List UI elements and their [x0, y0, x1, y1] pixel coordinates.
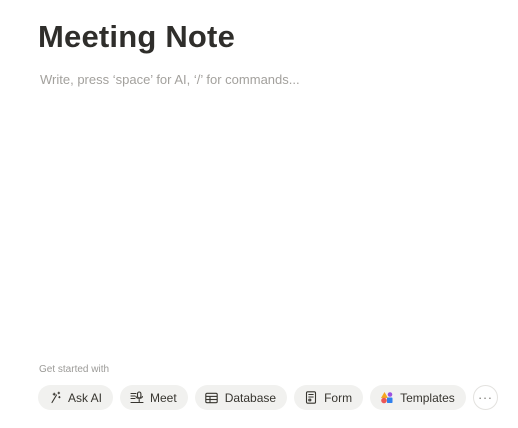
get-started-label: Get started with	[39, 364, 110, 375]
page-title[interactable]: Meeting Note	[38, 16, 235, 58]
meet-icon	[130, 391, 144, 405]
ask-ai-label: Ask AI	[68, 390, 103, 405]
more-icon: ···	[478, 390, 493, 405]
templates-button[interactable]: Templates	[370, 385, 466, 410]
form-label: Form	[324, 390, 353, 405]
more-options-button[interactable]: ···	[472, 385, 498, 410]
database-icon	[205, 391, 219, 405]
templates-label: Templates	[400, 390, 455, 405]
ask-ai-button[interactable]: Ask AI	[38, 385, 114, 410]
page-editor: Meeting Note Write, press ‘space’ for AI…	[0, 0, 518, 428]
meet-label: Meet	[150, 390, 177, 405]
get-started-chips: Ask AI Meet Database Form Templates ···	[38, 385, 498, 410]
form-icon	[304, 391, 318, 405]
meet-button[interactable]: Meet	[120, 385, 188, 410]
database-label: Database	[224, 390, 277, 405]
editor-placeholder[interactable]: Write, press ‘space’ for AI, ‘/’ for com…	[40, 71, 300, 89]
form-button[interactable]: Form	[294, 385, 364, 410]
ask-ai-icon	[48, 391, 62, 405]
templates-icon	[380, 391, 394, 405]
database-button[interactable]: Database	[194, 385, 288, 410]
